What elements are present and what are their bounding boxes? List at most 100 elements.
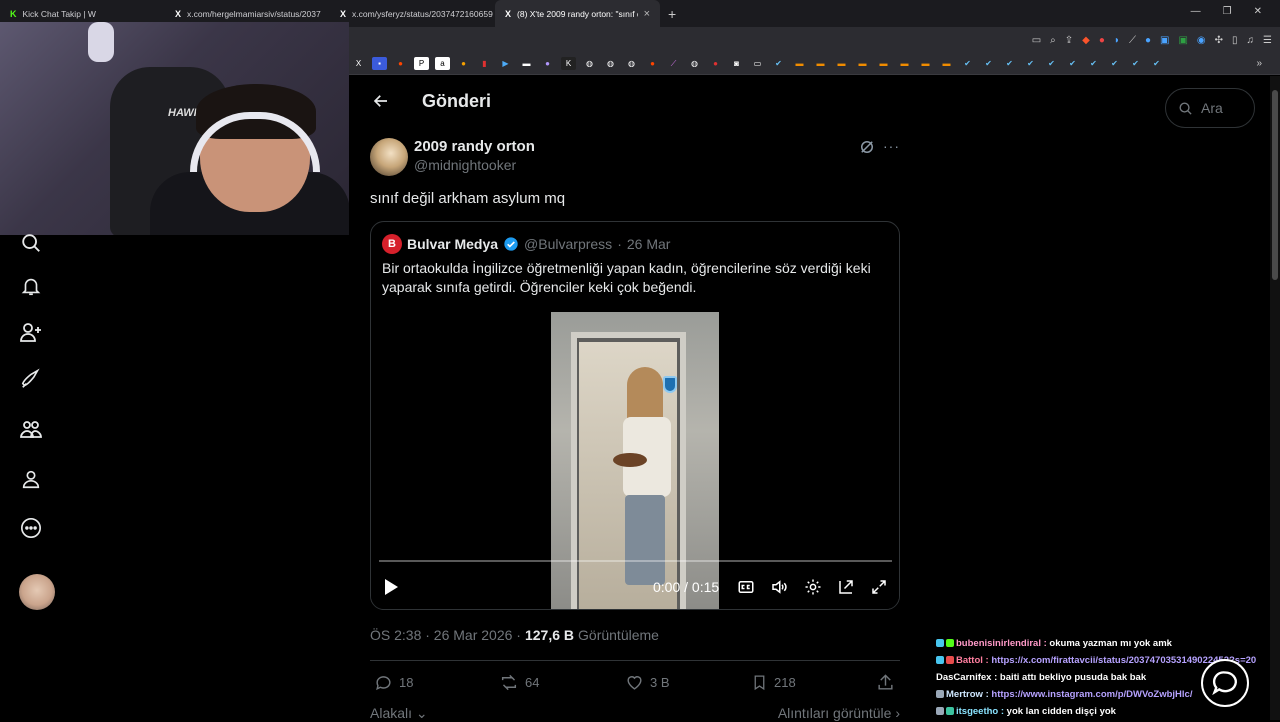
extension-icon[interactable]: ⟋ — [1129, 35, 1136, 46]
more-icon[interactable] — [19, 516, 43, 540]
bookmark-icon[interactable]: ▬ — [813, 57, 828, 70]
search-icon[interactable] — [19, 231, 43, 255]
back-arrow-icon[interactable] — [370, 90, 392, 112]
bookmark-reddit-icon[interactable]: ● — [393, 57, 408, 70]
maximize-icon[interactable]: ❐ — [1223, 6, 1232, 17]
close-tab-icon[interactable]: × — [644, 8, 650, 20]
grok-icon[interactable] — [858, 138, 876, 156]
extensions-puzzle-icon[interactable]: ✣ — [1215, 35, 1223, 46]
brave-shield-icon[interactable]: ◆ — [1082, 35, 1090, 46]
add-user-icon[interactable] — [19, 320, 43, 344]
bookmark-steam-icon[interactable]: ✔ — [1149, 57, 1164, 70]
bookmarks-overflow-icon[interactable]: » — [1256, 58, 1262, 69]
view-quotes-link[interactable]: Alıntıları görüntüle › — [778, 705, 900, 721]
communities-icon[interactable] — [19, 417, 43, 441]
page-scrollbar[interactable] — [1270, 76, 1280, 720]
captions-icon[interactable] — [737, 578, 755, 596]
chat-link[interactable]: https://www.instagram.com/p/DWVoZwbjHlc/ — [989, 689, 1192, 700]
extension-icon[interactable]: ◗ — [1114, 35, 1120, 46]
play-icon[interactable] — [383, 578, 399, 596]
bookmark-steam-icon[interactable]: ✔ — [771, 57, 786, 70]
bookmark-globe-icon[interactable]: ◍ — [603, 57, 618, 70]
zoom-icon[interactable]: ⌕ — [1050, 35, 1056, 46]
video-progress-bar[interactable] — [379, 560, 892, 562]
bookmark-icon[interactable]: ▬ — [792, 57, 807, 70]
bookmark-steam-icon[interactable]: ✔ — [1065, 57, 1080, 70]
bookmark-globe-icon[interactable]: ◍ — [687, 57, 702, 70]
more-options-icon[interactable]: ··· — [883, 138, 901, 156]
bookmark-icon[interactable]: ▮ — [477, 57, 492, 70]
reply-button[interactable]: 18 — [374, 673, 413, 692]
bookmark-icon[interactable]: ▬ — [918, 57, 933, 70]
search-input[interactable] — [1201, 100, 1251, 116]
search-box[interactable] — [1165, 88, 1255, 128]
fullscreen-icon[interactable] — [870, 578, 888, 596]
quoted-post[interactable]: B Bulvar Medya @Bulvarpress · 26 Mar Bir… — [370, 221, 900, 610]
tab-x-randy-orton[interactable]: X (8) X'te 2009 randy orton: "sınıf d × — [495, 0, 660, 27]
new-tab-button[interactable]: + — [668, 6, 676, 22]
bookmark-steam-icon[interactable]: ✔ — [1107, 57, 1122, 70]
like-button[interactable]: 3 B — [625, 673, 670, 692]
bookmark-folder-icon[interactable]: ▭ — [750, 57, 765, 70]
extension-icon[interactable]: ▣ — [1178, 35, 1187, 46]
share-icon[interactable]: ⇪ — [1065, 35, 1073, 46]
minimize-icon[interactable]: — — [1191, 6, 1201, 17]
bookmark-steam-icon[interactable]: ✔ — [1023, 57, 1038, 70]
bookmark-icon[interactable]: ▬ — [897, 57, 912, 70]
bookmark-icon[interactable]: ▬ — [855, 57, 870, 70]
author-avatar[interactable] — [370, 138, 408, 176]
author-handle[interactable]: @midnightooker — [414, 157, 516, 173]
profile-icon[interactable] — [19, 467, 43, 491]
menu-icon[interactable]: ☰ — [1263, 35, 1272, 46]
bookmark-icon[interactable]: ● — [540, 57, 555, 70]
bookmark-icon[interactable]: ● — [456, 57, 471, 70]
bookmark-p-icon[interactable]: P — [414, 57, 429, 70]
bookmark-icon[interactable]: ▶ — [498, 57, 513, 70]
bookmark-x-icon[interactable]: X — [351, 57, 366, 70]
extension-icon[interactable]: ● — [1099, 35, 1105, 46]
bell-icon[interactable] — [19, 274, 43, 298]
chat-bubble-icon[interactable] — [1201, 659, 1249, 707]
bookmark-icon[interactable]: ▬ — [519, 57, 534, 70]
bookmark-steam-icon[interactable]: ✔ — [960, 57, 975, 70]
scrollbar-thumb[interactable] — [1272, 90, 1278, 280]
bookmark-icon[interactable]: K — [561, 57, 576, 70]
close-window-icon[interactable]: ✕ — [1254, 6, 1262, 17]
settings-gear-icon[interactable] — [804, 578, 822, 596]
bookmark-icon[interactable]: ◙ — [729, 57, 744, 70]
relevance-sort-dropdown[interactable]: Alakalı ⌄ — [370, 705, 428, 721]
pop-out-icon[interactable] — [837, 578, 855, 596]
extension-icon[interactable]: ◉ — [1197, 35, 1206, 46]
media-icon[interactable]: ♫ — [1247, 35, 1255, 46]
bookmark-icon[interactable]: ⟋ — [666, 57, 681, 70]
rocket-icon[interactable] — [19, 367, 43, 391]
sidebar-toggle-icon[interactable]: ▯ — [1232, 35, 1238, 46]
bookmark-icon[interactable]: ● — [708, 57, 723, 70]
bookmark-reddit-icon[interactable]: ● — [645, 57, 660, 70]
bookmark-amazon-icon[interactable]: a — [435, 57, 450, 70]
cast-icon[interactable]: ▭ — [1032, 35, 1041, 46]
bookmark-icon[interactable]: ▬ — [876, 57, 891, 70]
volume-icon[interactable] — [769, 578, 787, 596]
bookmark-steam-icon[interactable]: ✔ — [1128, 57, 1143, 70]
bookmark-icon[interactable]: ▪ — [372, 57, 387, 70]
bookmark-icon[interactable]: ▬ — [834, 57, 849, 70]
bookmark-steam-icon[interactable]: ✔ — [981, 57, 996, 70]
repost-button[interactable]: 64 — [499, 673, 539, 692]
extension-icon[interactable]: ● — [1145, 35, 1151, 46]
post-timestamp[interactable]: ÖS 2:38 · 26 Mar 2026 · — [370, 627, 521, 643]
bookmark-button[interactable]: 218 — [751, 673, 796, 692]
account-avatar[interactable] — [19, 574, 55, 610]
video-player[interactable]: 0:00 / 0:15 — [371, 312, 899, 609]
bookmark-globe-icon[interactable]: ◍ — [582, 57, 597, 70]
bookmark-globe-icon[interactable]: ◍ — [624, 57, 639, 70]
bookmark-icon[interactable]: ▬ — [939, 57, 954, 70]
chat-message: bubenisinirlendiral : okuma yazman mı yo… — [936, 635, 1280, 652]
bookmark-steam-icon[interactable]: ✔ — [1002, 57, 1017, 70]
bookmark-steam-icon[interactable]: ✔ — [1044, 57, 1059, 70]
bookmark-steam-icon[interactable]: ✔ — [1086, 57, 1101, 70]
tab-x-ysferyz[interactable]: X x.com/ysferyz/status/2037472160659 — [330, 0, 495, 27]
share-button[interactable] — [876, 673, 895, 692]
extension-icon[interactable]: ▣ — [1160, 35, 1169, 46]
author-name[interactable]: 2009 randy orton — [414, 138, 535, 155]
